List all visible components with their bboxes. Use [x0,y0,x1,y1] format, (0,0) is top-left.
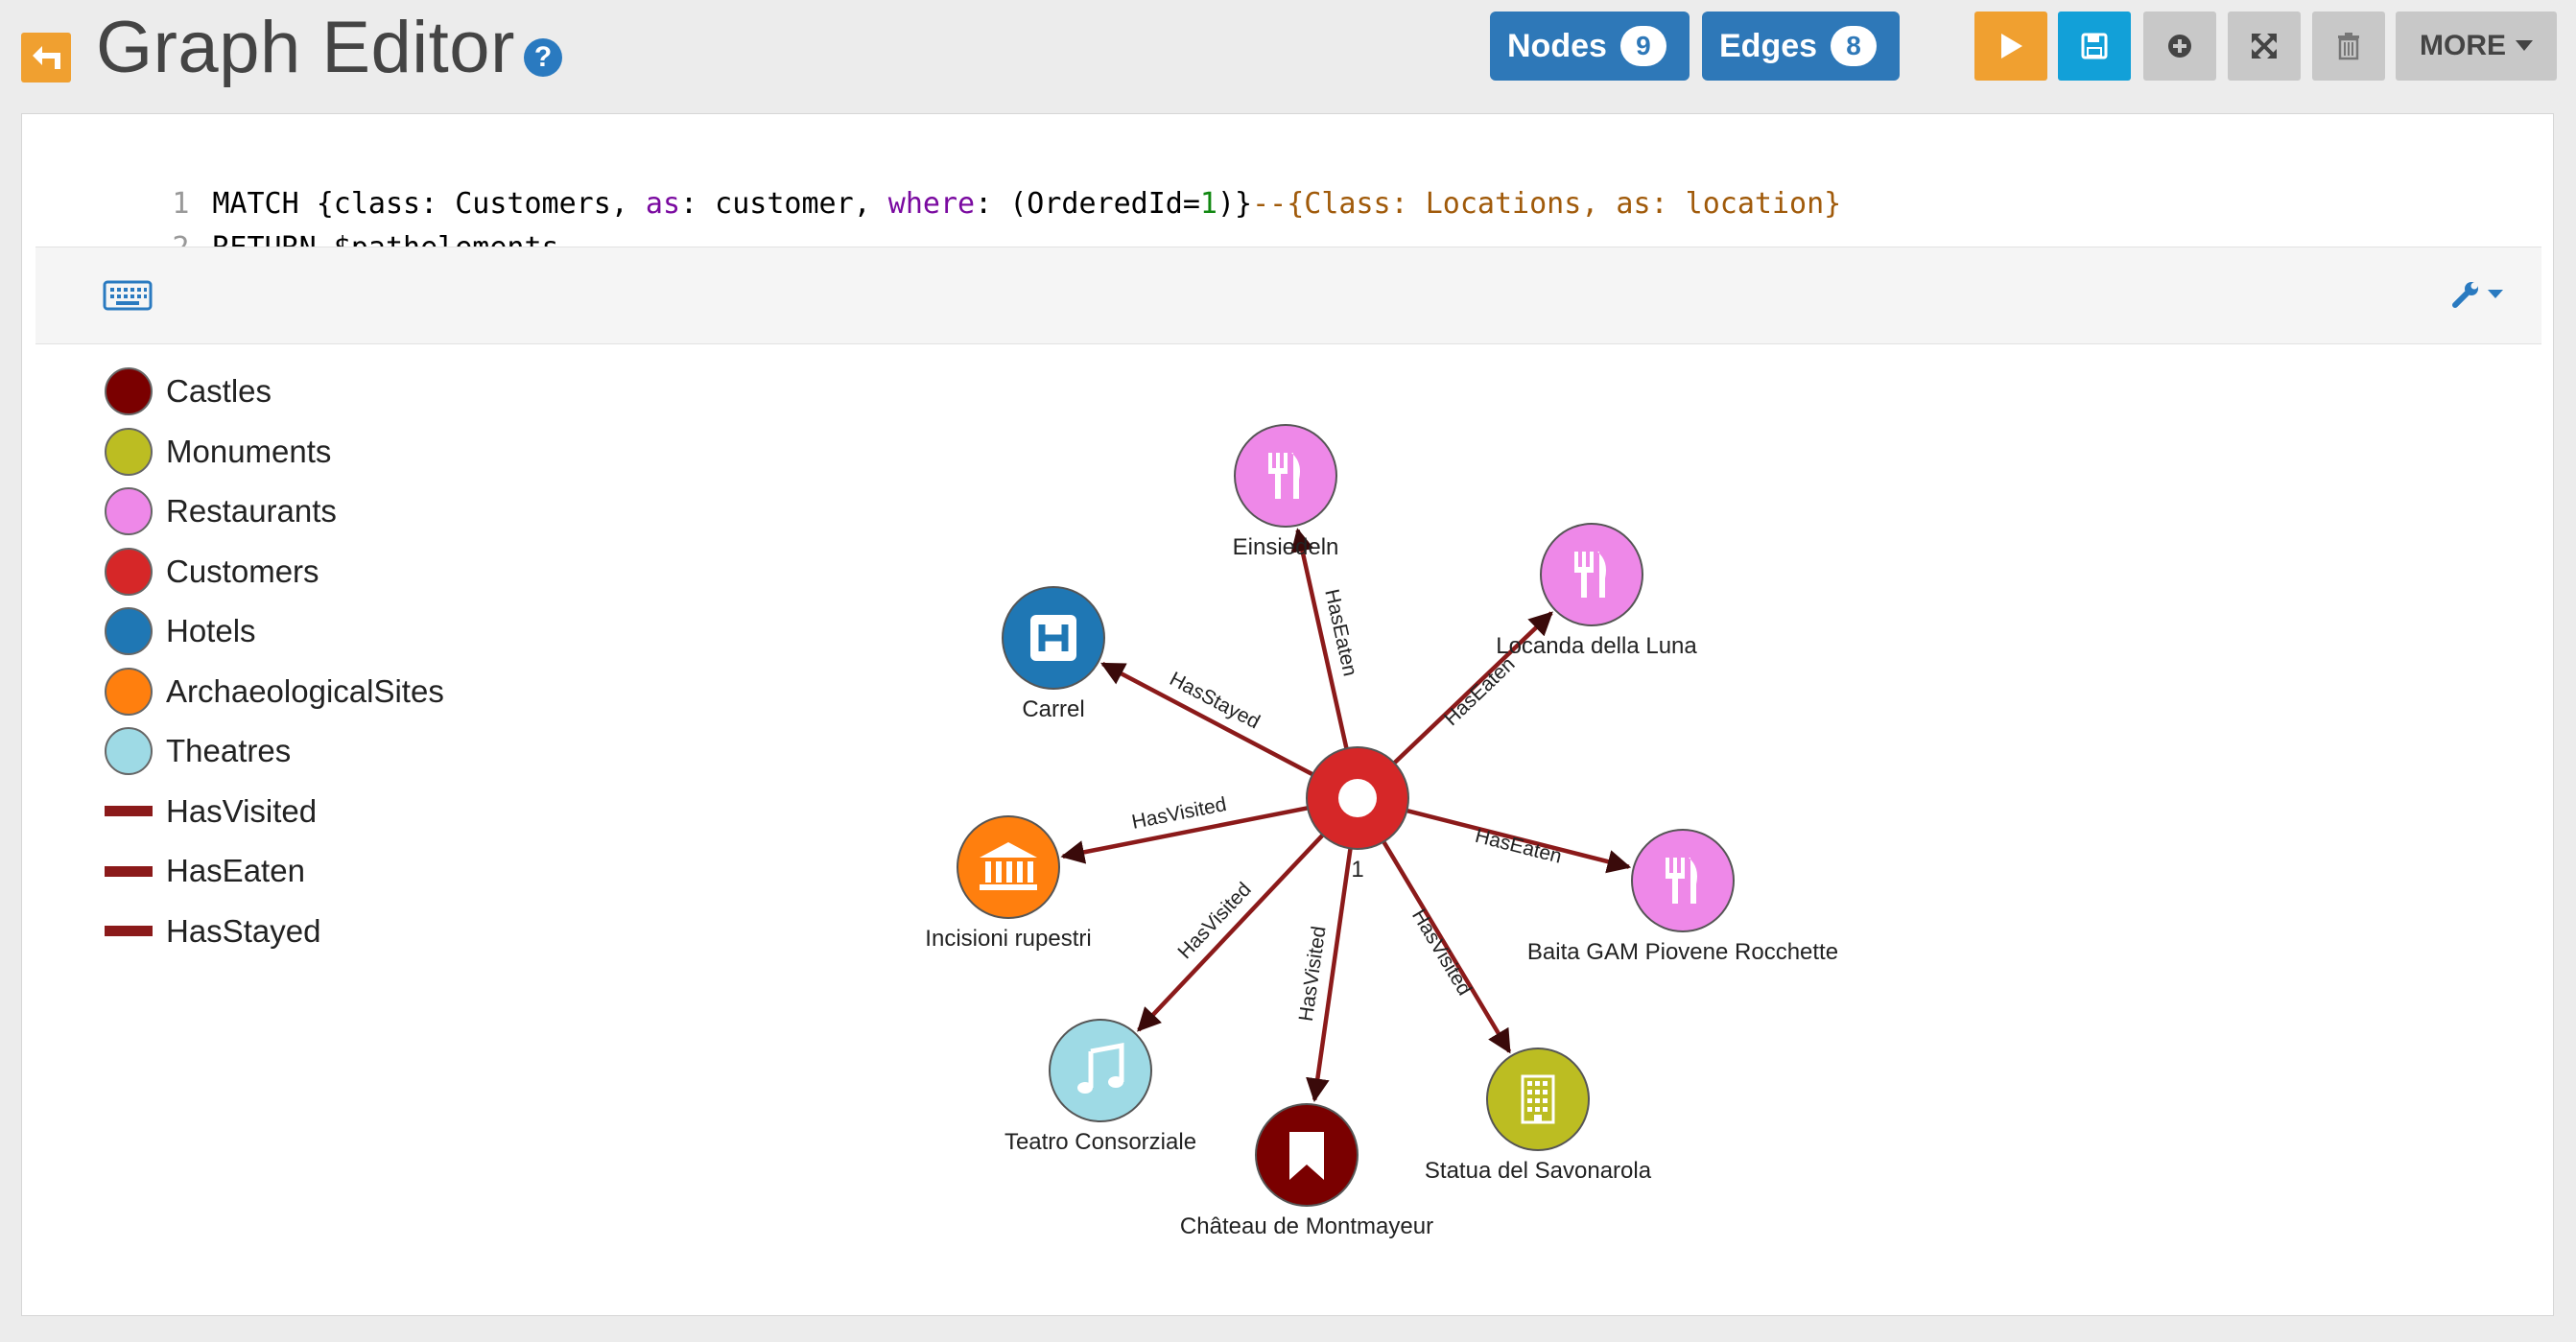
caret-down-icon [2488,290,2503,298]
delete-button[interactable] [2312,12,2385,81]
code-token: : customer, [680,187,888,221]
wrench-icon [2452,282,2478,308]
edge-line[interactable] [1137,834,1325,1032]
play-icon [2001,34,2022,59]
customer-node[interactable]: 1 [1306,746,1409,883]
node-circle[interactable] [1049,1019,1152,1122]
undo-arrow-icon [33,46,60,69]
save-button[interactable] [2058,12,2131,81]
trash-icon [2338,33,2359,60]
code-token: )} [1217,187,1253,221]
hotel-h-icon [1030,615,1076,661]
code-keyword: where [887,187,976,221]
edge-label: HasEaten [1473,825,1564,868]
code-line-2[interactable]: 2RETURN $pathelements [35,185,558,265]
graph-node[interactable]: Statua del Savonarola [1425,1048,1652,1184]
expand-arrows-icon [2252,34,2277,59]
edges-button[interactable]: Edges 8 [1702,12,1900,81]
graph-node[interactable]: Teatro Consorziale [1004,1019,1196,1155]
more-menu-button[interactable]: MORE [2396,12,2557,81]
node-label: 1 [1351,857,1363,883]
node-label: Château de Montmayeur [1180,1213,1433,1239]
node-circle[interactable] [1234,424,1337,528]
customer-icon [1338,779,1377,817]
floppy-disk-icon [2081,33,2108,59]
graph-svg[interactable]: HasEatenHasEatenHasEatenHasVisitedHasVis… [35,344,2541,1304]
graph-node[interactable]: Incisioni rupestri [925,815,1092,952]
edge-label: HasEaten [1440,653,1520,730]
node-label: Statua del Savonarola [1425,1158,1652,1184]
editor-toolbar [35,247,2541,344]
graph-node[interactable]: Einsiedeln [1233,424,1339,560]
node-label: Teatro Consorziale [1004,1129,1196,1155]
fullscreen-button[interactable] [2228,12,2301,81]
caret-down-icon [2516,40,2533,51]
node-label: Baita GAM Piovene Rocchette [1527,939,1838,965]
edges-count-badge: 8 [1831,26,1878,66]
edge-line[interactable] [1100,662,1314,777]
graph-canvas[interactable]: Castles Monuments Restaurants Customers Hote… [35,344,2541,1304]
page-title: Graph Editor [96,7,515,88]
graph-node[interactable]: Château de Montmayeur [1180,1103,1433,1239]
help-icon[interactable]: ? [524,38,562,77]
header: Graph Editor ? Nodes 9 Edges 8 MORE [0,0,2576,106]
graph-node[interactable]: Locanda della Luna [1496,523,1697,659]
back-button[interactable] [21,33,71,82]
node-label: Locanda della Luna [1496,633,1697,659]
more-label: MORE [2420,30,2506,61]
nodes-button[interactable]: Nodes 9 [1490,12,1690,81]
graph-node[interactable]: Baita GAM Piovene Rocchette [1527,829,1838,965]
settings-dropdown[interactable] [2451,280,2503,309]
node-label: Carrel [1022,696,1084,722]
node-label: Einsiedeln [1233,534,1339,560]
plus-circle-icon [2168,35,2191,58]
query-editor[interactable]: 1 MATCH {class: Customers, as: customer, … [35,126,2541,265]
node-circle[interactable] [1631,829,1735,932]
nodes-label: Nodes [1507,27,1607,64]
graph-node[interactable]: Carrel [1002,586,1105,722]
code-string: --{Class: Locations, as: location} [1252,187,1842,221]
code-keyword: as [645,187,681,221]
edges-label: Edges [1719,27,1818,64]
keyboard-icon[interactable] [103,280,153,311]
code-token: : (OrderedId= [975,187,1200,221]
run-button[interactable] [1974,12,2047,81]
node-circle[interactable] [1540,523,1643,626]
node-label: Incisioni rupestri [925,926,1091,952]
add-button[interactable] [2143,12,2216,81]
graph-panel: 1 MATCH {class: Customers, as: customer, … [21,113,2554,1316]
edge-label: HasVisited [1407,906,1476,1000]
code-number: 1 [1199,187,1217,221]
nodes-count-badge: 9 [1619,26,1666,66]
code-line-1[interactable]: 1 MATCH {class: Customers, as: customer, … [35,141,1841,221]
edge-label: HasVisited [1295,925,1331,1023]
